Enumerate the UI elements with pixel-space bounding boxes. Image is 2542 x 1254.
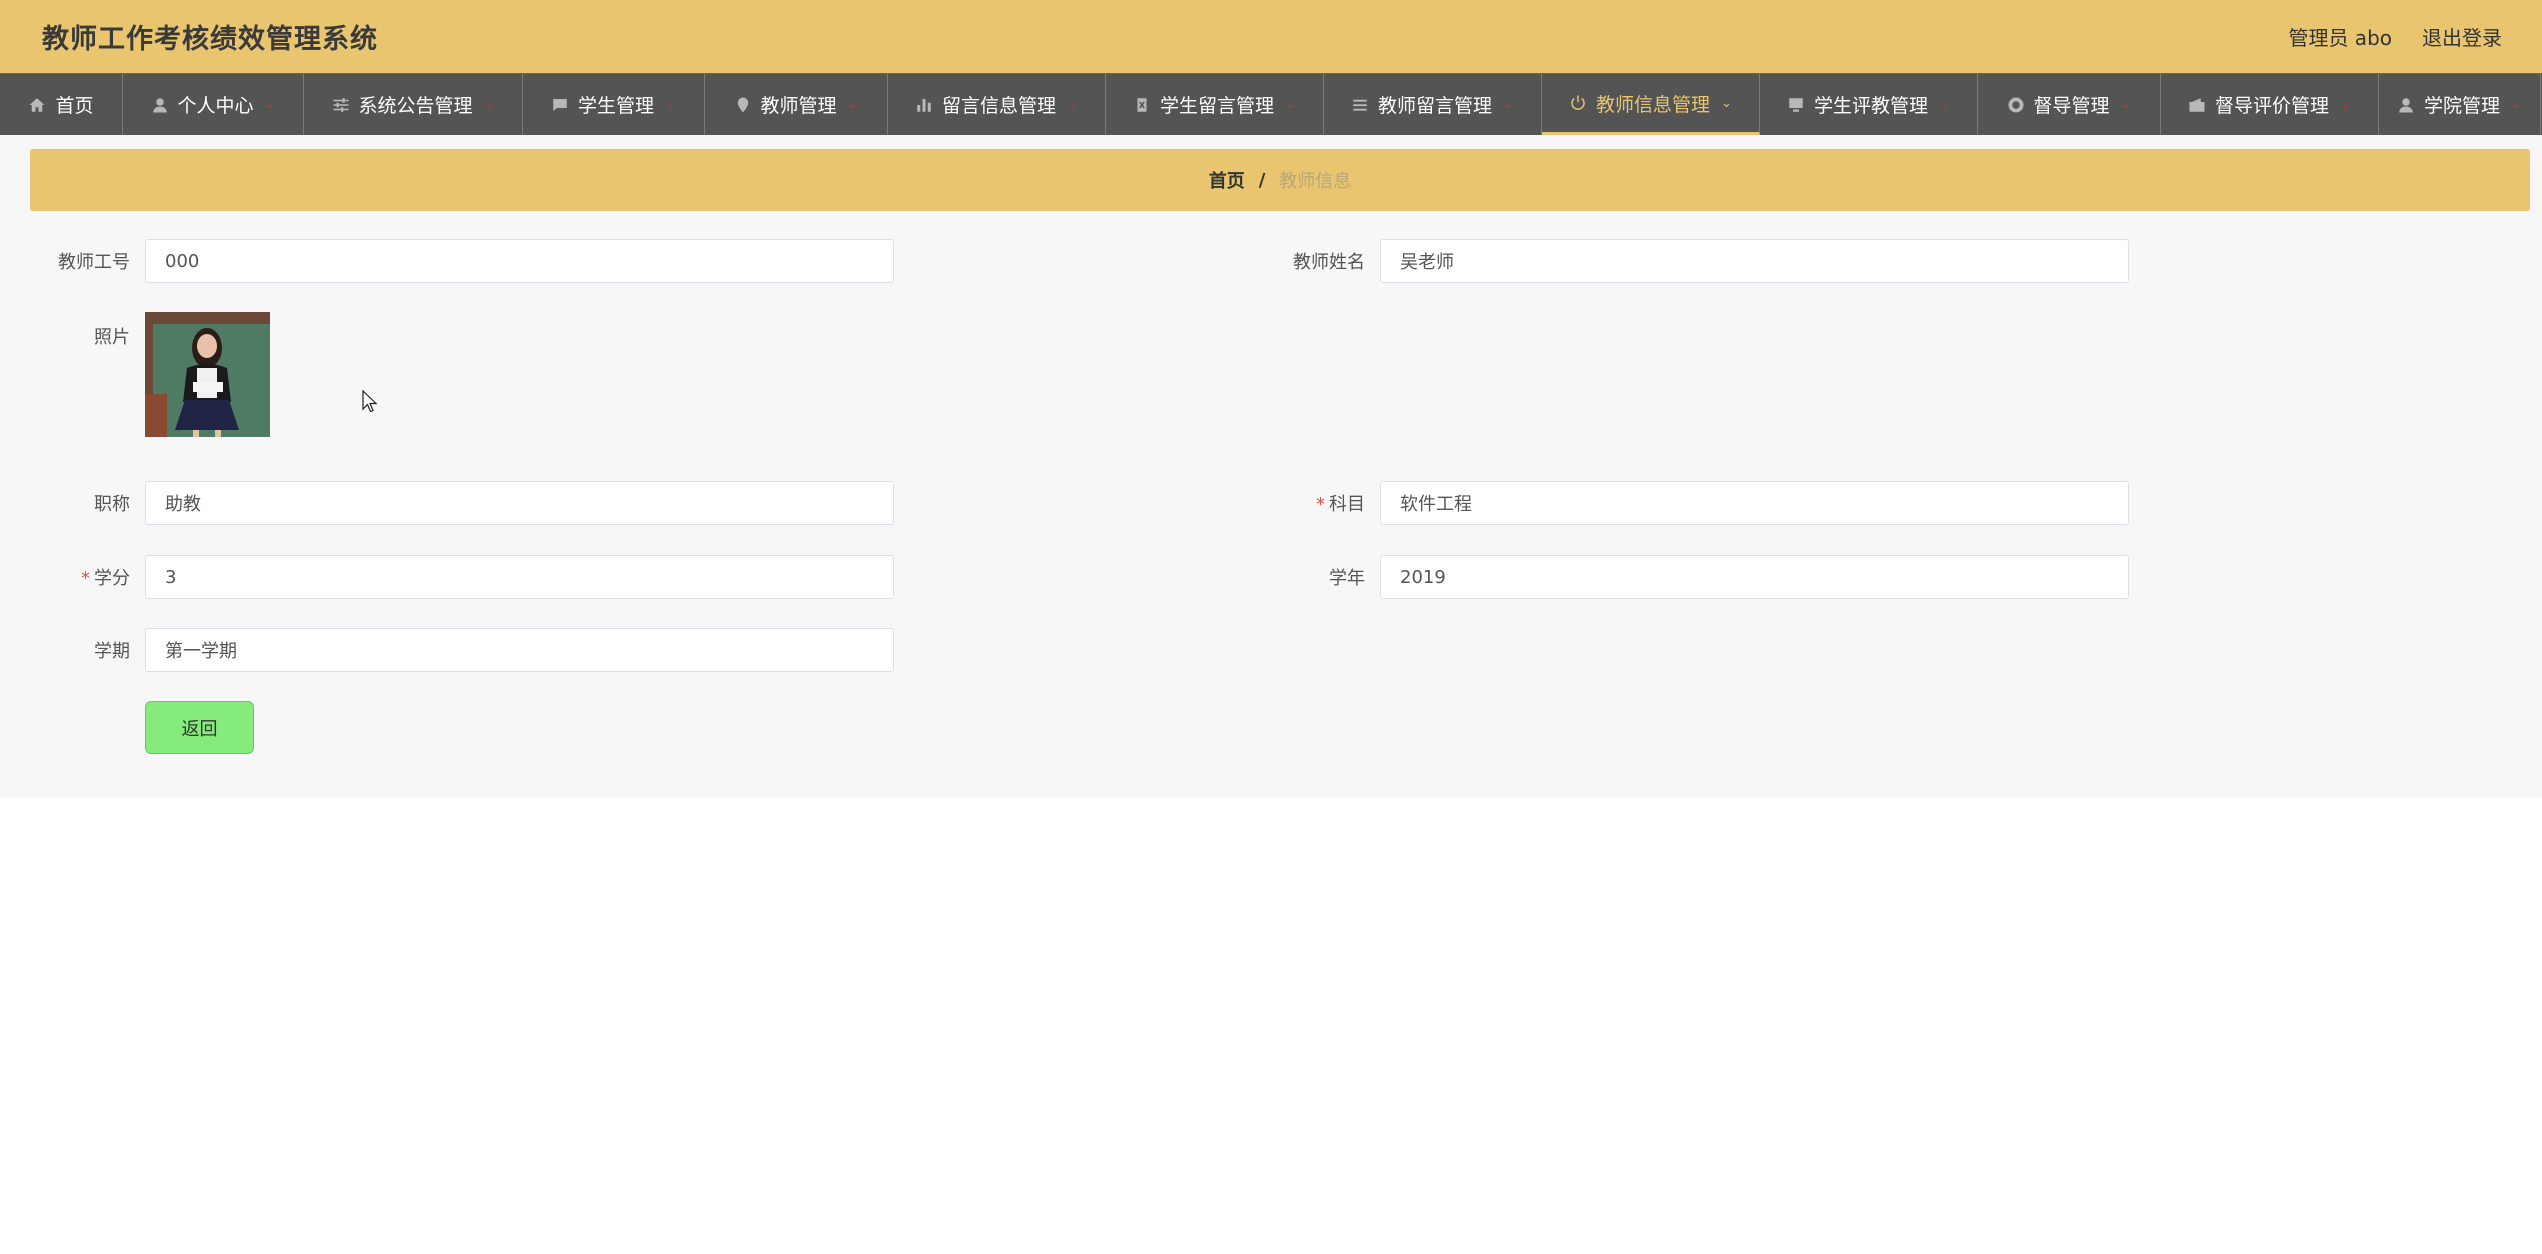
chat-icon [551, 96, 569, 114]
list-icon [1351, 96, 1369, 114]
teacher-info-form: 教师工号 000 教师姓名 吴老师 照片 职称 助教 * 科目 软件工程 * 学… [0, 135, 2542, 798]
teacher-photo [145, 312, 270, 437]
user-icon [2397, 96, 2415, 114]
subject-field[interactable]: 软件工程 [1380, 481, 2129, 525]
chevron-down-icon: ⌄ [1721, 95, 1732, 111]
chevron-down-icon: ⌄ [847, 97, 859, 112]
credit-label: * 学分 [81, 568, 130, 589]
nav-item-student-messages[interactable]: 学生留言管理 ⌄ [1106, 74, 1324, 135]
mouse-cursor-icon [362, 390, 378, 413]
title-label: 职称 [94, 494, 130, 515]
nav-item-messages[interactable]: 留言信息管理 ⌄ [888, 74, 1106, 135]
photo-label: 照片 [94, 327, 130, 348]
nav-item-student-evaluation[interactable]: 学生评教管理 ⌄ [1760, 74, 1978, 135]
teacher-id-label: 教师工号 [58, 252, 130, 273]
app-title: 教师工作考核绩效管理系统 [42, 24, 378, 55]
nav-item-students[interactable]: 学生管理 ⌄ [523, 74, 705, 135]
teacher-name-label: 教师姓名 [1293, 252, 1365, 273]
current-user-label: 管理员 abo [2288, 26, 2392, 50]
home-icon [28, 96, 46, 114]
logout-link[interactable]: 退出登录 [2422, 22, 2502, 51]
bar-chart-icon [915, 96, 933, 114]
nav-item-colleges[interactable]: 学院管理 ⌄ [2379, 74, 2541, 135]
nav-item-teacher-messages[interactable]: 教师留言管理 ⌄ [1324, 74, 1542, 135]
nav-item-teachers[interactable]: 教师管理 ⌄ [705, 74, 888, 135]
nav-item-personal-center[interactable]: 个人中心 ⌄ [123, 74, 304, 135]
chevron-down-icon: ⌄ [1067, 97, 1078, 112]
nav-item-supervisor-evaluation[interactable]: 督导评价管理 ⌄ [2161, 74, 2379, 135]
nav-item-teacher-info[interactable]: 教师信息管理 ⌄ [1542, 74, 1760, 135]
lifebuoy-icon [2007, 96, 2025, 114]
chevron-down-icon: ⌄ [1939, 97, 1950, 112]
location-pin-icon [734, 96, 752, 114]
wallet-icon [2188, 96, 2206, 114]
clipboard-icon [1133, 96, 1151, 114]
chevron-down-icon: ⌄ [2340, 97, 2351, 112]
power-icon [1569, 94, 1587, 112]
teacher-id-field[interactable]: 000 [145, 239, 894, 283]
back-button[interactable]: 返回 [145, 701, 254, 754]
subject-label: * 科目 [1316, 494, 1365, 515]
chevron-down-icon: ⌄ [483, 97, 495, 112]
year-label: 学年 [1329, 568, 1365, 589]
chevron-down-icon: ⌄ [1285, 97, 1296, 112]
semester-label: 学期 [94, 641, 130, 662]
chevron-down-icon: ⌄ [2511, 97, 2522, 112]
nav-item-home[interactable]: 首页 [0, 74, 123, 135]
chevron-down-icon: ⌄ [1503, 97, 1514, 112]
teacher-name-field[interactable]: 吴老师 [1380, 239, 2129, 283]
credit-field[interactable]: 3 [145, 555, 894, 599]
nav-item-supervisors[interactable]: 督导管理 ⌄ [1978, 74, 2161, 135]
user-icon [151, 96, 169, 114]
chevron-down-icon: ⌄ [264, 97, 276, 112]
app-header: 教师工作考核绩效管理系统 管理员 abo 退出登录 [0, 0, 2542, 73]
main-nav: 首页 个人中心 ⌄ 系统公告管理 ⌄ 学生管理 ⌄ 教师管理 ⌄ 留言信息管理 … [0, 73, 2542, 135]
header-user-area: 管理员 abo 退出登录 [2288, 22, 2502, 51]
chevron-down-icon: ⌄ [2120, 97, 2132, 112]
nav-item-announcements[interactable]: 系统公告管理 ⌄ [304, 74, 523, 135]
sliders-icon [332, 96, 350, 114]
chevron-down-icon: ⌄ [665, 97, 676, 112]
title-field[interactable]: 助教 [145, 481, 894, 525]
semester-field[interactable]: 第一学期 [145, 628, 894, 672]
year-field[interactable]: 2019 [1380, 555, 2129, 599]
content-area: 首页 / 教师信息 教师工号 000 教师姓名 吴老师 照片 职称 助教 * 科… [0, 135, 2542, 798]
monitor-icon [1787, 96, 1805, 114]
